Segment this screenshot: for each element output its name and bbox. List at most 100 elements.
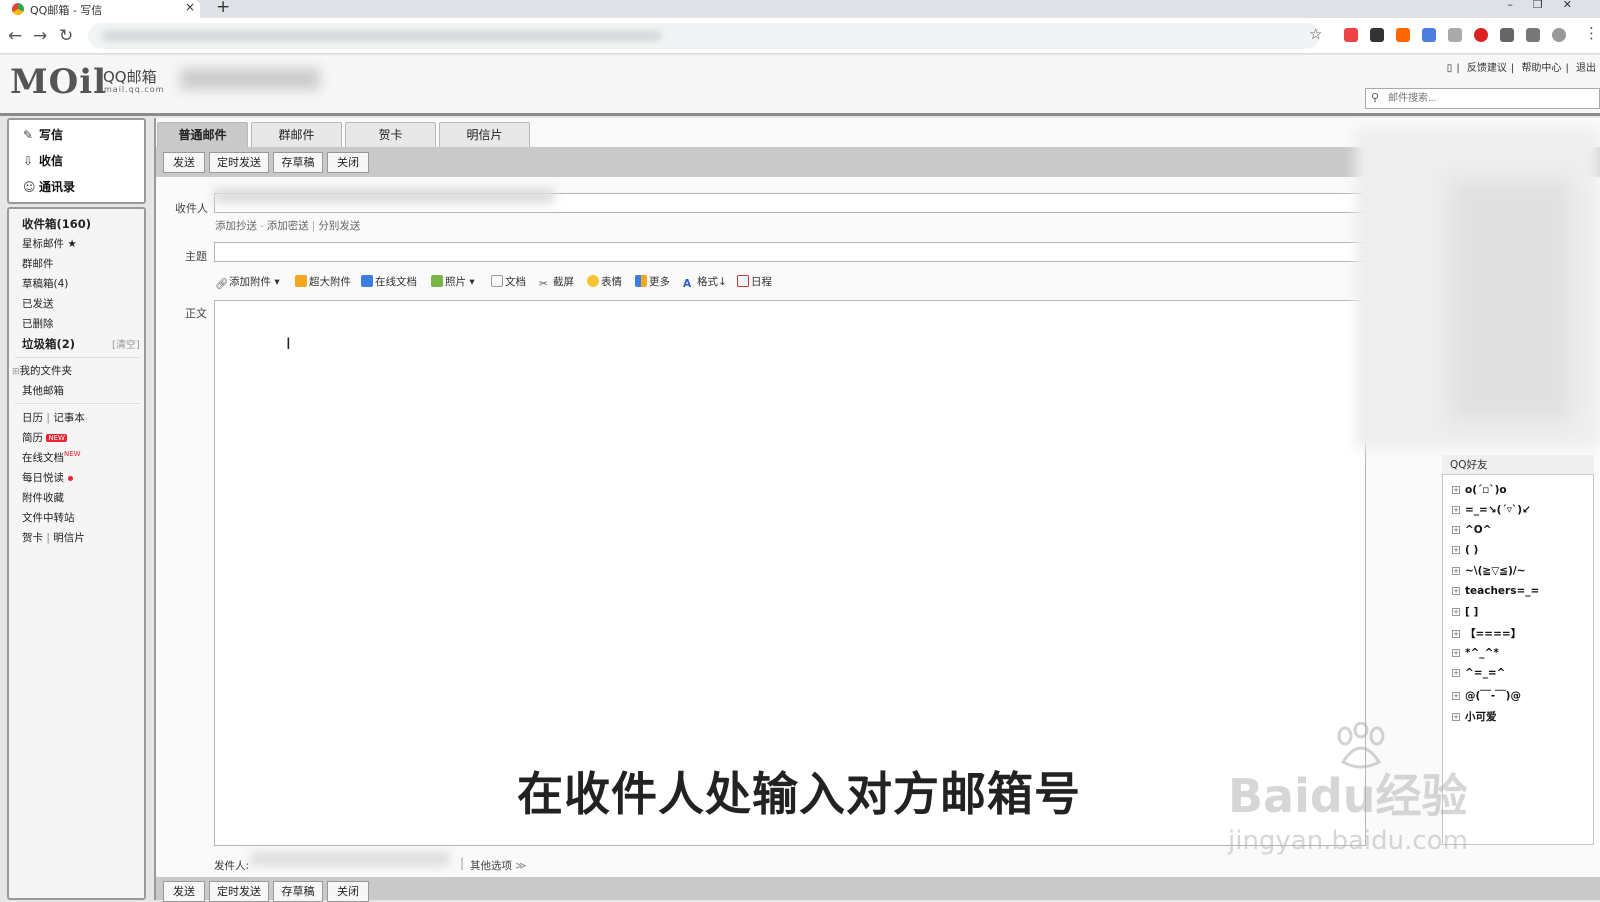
close-button-bottom[interactable]: 关闭 — [327, 881, 369, 902]
sidebar-item-starred[interactable]: 星标邮件 ★ — [22, 236, 77, 251]
browser-tab[interactable]: QQ邮箱 - 写信 × — [0, 0, 200, 18]
address-bar[interactable] — [88, 23, 1320, 49]
expand-icon[interactable]: + — [1452, 713, 1460, 721]
translate-extension-icon[interactable] — [1422, 28, 1436, 42]
send-button-bottom[interactable]: 发送 — [163, 881, 205, 902]
puzzle-extension-icon[interactable] — [1500, 28, 1514, 42]
spam-clear-link[interactable]: [清空] — [112, 336, 140, 351]
sidebar-item-daily-read[interactable]: 每日悦读 — [22, 470, 73, 485]
sidebar-item-inbox[interactable]: 收件箱(160) — [22, 216, 91, 232]
friend-group[interactable]: + ^=_=^ — [1452, 667, 1505, 679]
expand-icon[interactable]: + — [1452, 567, 1460, 575]
sidebar-item-deleted[interactable]: 已删除 — [22, 316, 54, 331]
sidebar-item-other-mailbox[interactable]: 其他邮箱 — [22, 383, 64, 398]
back-icon[interactable]: ← — [8, 26, 22, 46]
sidebar-item-drafts[interactable]: 草稿箱(4) — [22, 276, 68, 291]
sidebar-item-resume[interactable]: 简历 NEW — [22, 430, 67, 445]
close-button[interactable]: 关闭 — [327, 152, 369, 173]
mail-logo[interactable]: MOil — [10, 62, 107, 102]
chevron-down-icon[interactable]: ▾ — [469, 276, 474, 288]
mail-search-input[interactable] — [1366, 89, 1566, 107]
help-link[interactable]: 帮助中心 — [1521, 63, 1561, 74]
sidebar-item-file-transfer[interactable]: 文件中转站 — [22, 510, 75, 525]
expand-icon[interactable]: + — [1452, 506, 1460, 514]
friend-group[interactable]: + *^_^* — [1452, 647, 1499, 659]
receive-button[interactable]: ⇩ 收信 — [23, 152, 63, 169]
expand-icon[interactable]: + — [1452, 692, 1460, 700]
calendar-link[interactable]: 日历 — [22, 412, 43, 424]
add-cc-link[interactable]: 添加抄送 — [215, 220, 257, 232]
tab-postcard[interactable]: 明信片 — [439, 122, 530, 147]
window-controls[interactable]: –❐✕ — [1507, 0, 1592, 11]
compose-button[interactable]: ✎ 写信 — [23, 126, 63, 143]
reload-icon[interactable]: ↻ — [59, 26, 73, 46]
photo-button[interactable]: 照片 ▾ — [431, 274, 475, 289]
expand-icon[interactable]: + — [1452, 669, 1460, 677]
friend-group[interactable]: +( ) — [1452, 544, 1478, 556]
subject-field[interactable] — [214, 242, 1366, 262]
add-attachment-button[interactable]: 🔗︎添加附件 ▾ — [215, 274, 280, 290]
friend-group[interactable]: + teachers=_= — [1452, 585, 1539, 597]
office-extension-icon[interactable] — [1396, 28, 1410, 42]
document-button[interactable]: 文档 — [491, 274, 526, 289]
more-button[interactable]: 更多 — [635, 274, 670, 289]
expand-icon[interactable]: + — [1452, 608, 1460, 616]
sidebar-item-attachments[interactable]: 附件收藏 — [22, 490, 64, 505]
online-doc-button[interactable]: 在线文档 — [361, 274, 417, 289]
extension-icon[interactable] — [1370, 28, 1384, 42]
expand-icon[interactable]: + — [1452, 526, 1460, 534]
tab-greeting-card[interactable]: 贺卡 — [345, 122, 436, 147]
sidebar-item-online-docs[interactable]: 在线文档NEW — [22, 450, 81, 465]
sidebar-item-sent[interactable]: 已发送 — [22, 296, 54, 311]
reading-list-icon[interactable] — [1526, 28, 1540, 42]
add-bcc-link[interactable]: 添加密送 — [267, 220, 309, 232]
forward-icon[interactable]: → — [33, 26, 47, 46]
extension-icon[interactable] — [1344, 28, 1358, 42]
logout-link[interactable]: 退出 — [1576, 63, 1596, 74]
contacts-button[interactable]: ☺ 通讯录 — [23, 178, 75, 195]
save-draft-button[interactable]: 存草稿 — [273, 152, 323, 173]
emoji-button[interactable]: 表情 — [587, 274, 622, 289]
postcards-link[interactable]: 明信片 — [53, 532, 85, 544]
expand-icon[interactable]: + — [1452, 486, 1460, 494]
extension-icon[interactable] — [1474, 28, 1488, 42]
tab-close-icon[interactable]: × — [185, 0, 195, 14]
friend-group[interactable]: + 小可爱 — [1452, 709, 1497, 724]
expand-icon[interactable]: + — [1452, 630, 1460, 638]
expand-icon[interactable]: + — [1452, 587, 1460, 595]
format-button[interactable]: A 格式↓ — [683, 274, 727, 290]
friend-group[interactable]: + @(￣-￣)@ — [1452, 688, 1521, 703]
pen-extension-icon[interactable] — [1448, 28, 1462, 42]
separate-send-link[interactable]: 分别发送 — [318, 220, 360, 232]
friend-group[interactable]: + ^O^ — [1452, 524, 1492, 536]
expand-icon[interactable]: ⊞ — [12, 367, 20, 377]
friend-group[interactable]: + o(´▫`)o — [1452, 484, 1507, 496]
scheduled-send-button-bottom[interactable]: 定时发送 — [209, 881, 269, 902]
sidebar-item-my-folders[interactable]: ⊞我的文件夹 — [12, 363, 72, 378]
expand-icon[interactable]: + — [1452, 649, 1460, 657]
large-attachment-button[interactable]: 超大附件 — [295, 274, 351, 289]
schedule-button[interactable]: 日程 — [737, 274, 772, 289]
send-button[interactable]: 发送 — [163, 152, 205, 173]
bookmark-icon[interactable]: ▯ — [1447, 63, 1453, 74]
browser-menu-icon[interactable]: ⋮ — [1584, 24, 1599, 42]
bookmark-star-icon[interactable]: ☆ — [1309, 25, 1322, 43]
friend-group[interactable]: + ~\(≧▽≦)/~ — [1452, 565, 1526, 577]
cards-link[interactable]: 贺卡 — [22, 532, 43, 544]
notes-link[interactable]: 记事本 — [53, 412, 85, 424]
tab-normal-mail[interactable]: 普通邮件 — [157, 122, 248, 147]
sidebar-item-spam[interactable]: 垃圾箱(2) [清空] — [22, 336, 147, 352]
scheduled-send-button[interactable]: 定时发送 — [209, 152, 269, 173]
friend-group[interactable]: +[ ] — [1452, 606, 1478, 618]
screenshot-button[interactable]: ✂ 截屏 — [539, 274, 574, 290]
chevron-down-icon[interactable]: ▾ — [274, 276, 279, 288]
expand-icon[interactable]: + — [1452, 546, 1460, 554]
tab-group-mail[interactable]: 群邮件 — [251, 122, 342, 147]
profile-avatar-icon[interactable] — [1552, 28, 1566, 42]
other-options-link[interactable]: 其他选项 ≫ — [470, 858, 526, 873]
sidebar-item-group[interactable]: 群邮件 — [22, 256, 54, 271]
friend-group[interactable]: + 【====】 — [1452, 626, 1521, 641]
feedback-link[interactable]: 反馈建议 — [1467, 63, 1507, 74]
new-tab-button[interactable]: + — [216, 0, 230, 17]
save-draft-button-bottom[interactable]: 存草稿 — [273, 881, 323, 902]
